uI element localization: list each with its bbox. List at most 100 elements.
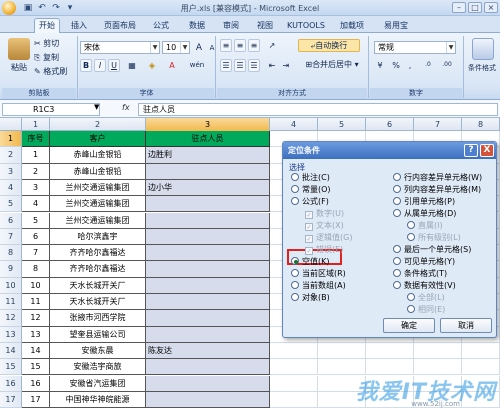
radio-icon[interactable] [393, 281, 401, 289]
data-cell[interactable]: 14 [22, 342, 50, 360]
radio-icon[interactable] [291, 269, 299, 277]
data-cell[interactable]: 10 [22, 277, 50, 294]
data-cell[interactable]: 张掖市河西学院 [50, 310, 146, 327]
tab-yiyongbao[interactable]: 易用宝 [380, 19, 412, 33]
formula-input[interactable]: 驻点人员 [138, 103, 498, 116]
minimize-icon[interactable]: – [452, 2, 466, 13]
radio-icon[interactable] [291, 185, 299, 193]
data-cell[interactable]: 16 [22, 375, 50, 392]
bold-button[interactable]: B [80, 59, 92, 72]
data-cell[interactable]: 兰州交通运输集团 [50, 212, 146, 229]
conditional-format-button[interactable]: 条件格式 [464, 62, 500, 75]
data-cell[interactable]: 7 [22, 245, 50, 262]
wrap-text-button[interactable]: ⤶自动换行 [298, 39, 360, 52]
help-icon[interactable]: ? [464, 144, 478, 157]
data-cell[interactable]: 赤峰山金银铅 [50, 163, 146, 180]
number-format-select[interactable]: 常规 ▼ [374, 41, 456, 54]
radio-icon[interactable] [291, 197, 299, 205]
row-header[interactable]: 9 [0, 261, 22, 278]
tab-formulas[interactable]: 公式 [150, 19, 172, 33]
row-header[interactable]: 10 [0, 277, 22, 294]
fill-color-icon[interactable]: ◈ [146, 59, 158, 72]
cut-button[interactable]: ✂ 剪切 [34, 38, 70, 51]
grid-cell[interactable] [270, 375, 318, 392]
column-header[interactable]: 3 [146, 118, 270, 131]
cancel-button[interactable]: 取消 [440, 318, 492, 333]
data-cell[interactable]: 兰州交通运输集团 [50, 196, 146, 213]
phonetic-button[interactable]: wén [186, 59, 208, 72]
option-right-8[interactable]: 条件格式(T) [393, 268, 447, 279]
data-cell[interactable]: 哈尔滨鑫宇 [50, 228, 146, 246]
font-color-icon[interactable]: A [166, 59, 178, 72]
option-right-9[interactable]: 数据有效性(V) [393, 280, 456, 291]
outdent-icon[interactable]: ⇥ [280, 59, 292, 72]
data-cell[interactable]: 望奎县运输公司 [50, 326, 146, 343]
row-header[interactable]: 3 [0, 163, 22, 180]
option-right-2[interactable]: 引用单元格(P) [393, 196, 455, 207]
close-icon[interactable]: X [480, 144, 494, 157]
chevron-down-icon[interactable]: ▼ [94, 103, 99, 111]
increase-decimal-button[interactable]: .0 [420, 59, 436, 72]
radio-icon[interactable] [291, 293, 299, 301]
data-cell[interactable] [146, 359, 270, 376]
column-header[interactable]: 8 [462, 118, 500, 131]
option-left-9[interactable]: 当前数组(A) [291, 280, 346, 291]
column-header[interactable]: 6 [366, 118, 414, 131]
data-cell[interactable] [146, 228, 270, 246]
data-cell[interactable]: 齐齐哈尔鑫福达 [50, 245, 146, 262]
maximize-icon[interactable]: □ [468, 2, 482, 13]
paste-button[interactable]: 粘贴 [4, 62, 34, 75]
option-left-10[interactable]: 对象(B) [291, 292, 330, 303]
grow-font-button[interactable]: A [193, 41, 205, 54]
grid-cell[interactable] [318, 342, 366, 360]
data-cell[interactable]: 天水长城开关厂 [50, 277, 146, 294]
tab-home[interactable]: 开始 [34, 18, 60, 33]
data-cell[interactable] [146, 163, 270, 180]
tab-data[interactable]: 数据 [186, 19, 208, 33]
row-header[interactable]: 16 [0, 375, 22, 392]
data-cell[interactable]: 12 [22, 310, 50, 327]
option-right-7[interactable]: 可见单元格(Y) [393, 256, 455, 267]
align-right-icon[interactable]: ☰ [248, 59, 260, 72]
align-center-icon[interactable]: ☰ [234, 59, 246, 72]
decrease-decimal-button[interactable]: .00 [438, 59, 456, 72]
conditional-format-icon[interactable] [472, 38, 494, 60]
data-cell[interactable]: 中国神华神皖能源 [50, 391, 146, 408]
row-header[interactable]: 1 [0, 131, 22, 148]
tab-review[interactable]: 审阅 [220, 19, 242, 33]
underline-button[interactable]: U [108, 59, 120, 72]
data-cell[interactable]: 15 [22, 359, 50, 376]
column-header[interactable]: 1 [22, 118, 50, 131]
data-cell[interactable] [146, 277, 270, 294]
radio-icon[interactable] [393, 245, 401, 253]
radio-icon[interactable] [393, 257, 401, 265]
data-cell[interactable]: 赤峰山金银铅 [50, 147, 146, 164]
tab-view[interactable]: 视图 [254, 19, 276, 33]
ok-button[interactable]: 确定 [383, 318, 435, 333]
option-right-1[interactable]: 列内容差异单元格(M) [393, 184, 481, 195]
data-cell[interactable] [146, 196, 270, 213]
data-cell[interactable]: 边胜利 [146, 147, 270, 164]
data-cell[interactable]: 17 [22, 391, 50, 408]
data-cell[interactable]: 11 [22, 294, 50, 311]
option-left-1[interactable]: 常量(O) [291, 184, 331, 195]
merge-center-button[interactable]: ⊞合并后居中 ▾ [298, 59, 366, 72]
data-cell[interactable]: 13 [22, 326, 50, 343]
row-header[interactable]: 5 [0, 196, 22, 213]
option-left-8[interactable]: 当前区域(R) [291, 268, 346, 279]
data-cell[interactable]: 齐齐哈尔鑫福达 [50, 261, 146, 278]
row-header[interactable]: 4 [0, 179, 22, 197]
data-cell[interactable] [146, 326, 270, 343]
paste-icon[interactable] [8, 38, 30, 60]
currency-icon[interactable]: ¥ [374, 59, 386, 72]
tab-page-layout[interactable]: 页面布局 [100, 19, 140, 33]
data-cell[interactable] [146, 245, 270, 262]
row-header[interactable]: 15 [0, 359, 22, 376]
align-middle-icon[interactable]: ≡ [234, 39, 246, 52]
option-left-7[interactable]: 空值(K) [291, 256, 330, 267]
align-bottom-icon[interactable]: ≡ [248, 39, 260, 52]
row-header[interactable]: 7 [0, 228, 22, 246]
italic-button[interactable]: I [94, 59, 106, 72]
border-icon[interactable]: ▦ [126, 59, 138, 72]
tab-addins[interactable]: 加载项 [336, 19, 368, 33]
